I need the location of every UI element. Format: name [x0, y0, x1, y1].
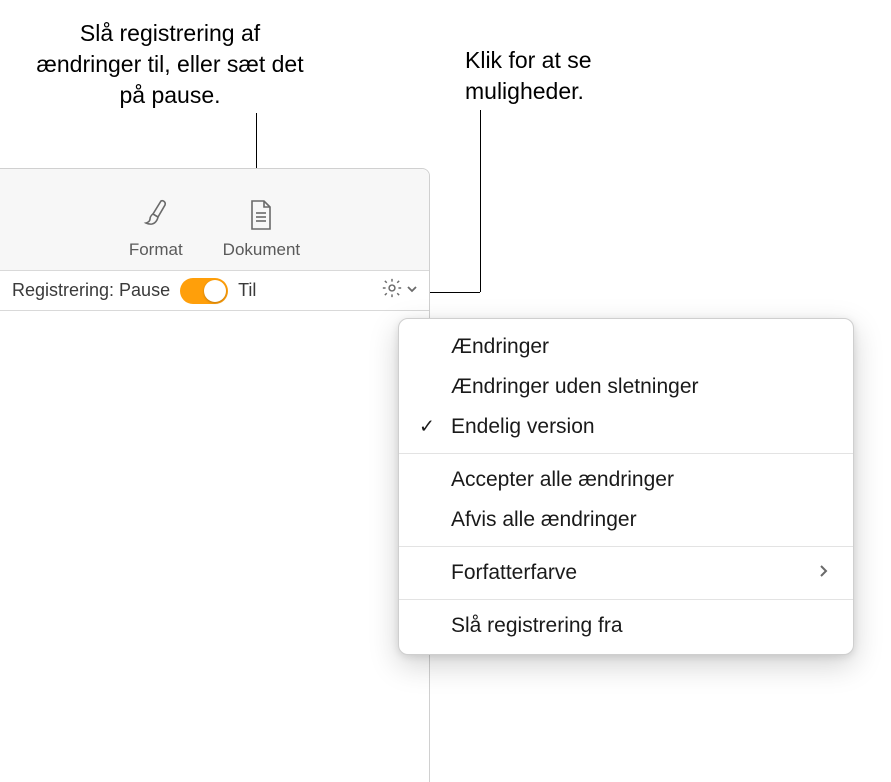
- menu-item-turn-off-tracking[interactable]: Slå registrering fra: [399, 606, 853, 646]
- tracking-bar: Registrering: Pause Til: [0, 271, 429, 311]
- tracking-toggle[interactable]: [180, 278, 228, 304]
- gear-icon: [381, 277, 403, 304]
- checkmark-icon: ✓: [419, 416, 435, 439]
- tracking-options-menu: Ændringer Ændringer uden sletninger ✓ En…: [398, 318, 854, 655]
- menu-item-label: Accepter alle ændringer: [451, 468, 674, 492]
- menu-item-label: Slå registrering fra: [451, 614, 623, 638]
- menu-item-label: Ændringer uden sletninger: [451, 375, 699, 399]
- menu-separator: [399, 599, 853, 600]
- inspector-panel: Format Dokument Registrering: Pause Til: [0, 168, 430, 782]
- menu-item-final-version[interactable]: ✓ Endelig version: [399, 407, 853, 447]
- chevron-down-icon: [405, 280, 419, 301]
- menu-item-accept-all[interactable]: Accepter alle ændringer: [399, 460, 853, 500]
- document-label: Dokument: [223, 240, 300, 260]
- document-icon: [245, 198, 277, 234]
- toggle-knob: [204, 280, 226, 302]
- menu-item-label: Forfatterfarve: [451, 561, 577, 585]
- callout-toggle-description: Slå registrering af ændringer til, eller…: [30, 18, 310, 111]
- chevron-right-icon: [818, 562, 829, 585]
- menu-separator: [399, 453, 853, 454]
- callout-line: [424, 292, 480, 293]
- document-button[interactable]: Dokument: [223, 198, 300, 260]
- tracking-options-button[interactable]: [381, 277, 419, 304]
- menu-item-label: Ændringer: [451, 335, 549, 359]
- menu-item-label: Endelig version: [451, 415, 595, 439]
- menu-item-reject-all[interactable]: Afvis alle ændringer: [399, 500, 853, 540]
- tracking-status-label: Registrering: Pause: [12, 280, 170, 301]
- menu-item-author-color[interactable]: Forfatterfarve: [399, 553, 853, 593]
- format-label: Format: [129, 240, 183, 260]
- toolbar: Format Dokument: [0, 169, 429, 271]
- menu-item-changes-without-deletions[interactable]: Ændringer uden sletninger: [399, 367, 853, 407]
- brush-icon: [140, 198, 172, 234]
- document-area[interactable]: [0, 311, 429, 782]
- format-button[interactable]: Format: [129, 198, 183, 260]
- callout-line: [480, 110, 481, 292]
- menu-separator: [399, 546, 853, 547]
- menu-item-changes[interactable]: Ændringer: [399, 327, 853, 367]
- menu-item-label: Afvis alle ændringer: [451, 508, 637, 532]
- callout-menu-description: Klik for at se muligheder.: [465, 45, 695, 107]
- tracking-on-label: Til: [238, 280, 256, 301]
